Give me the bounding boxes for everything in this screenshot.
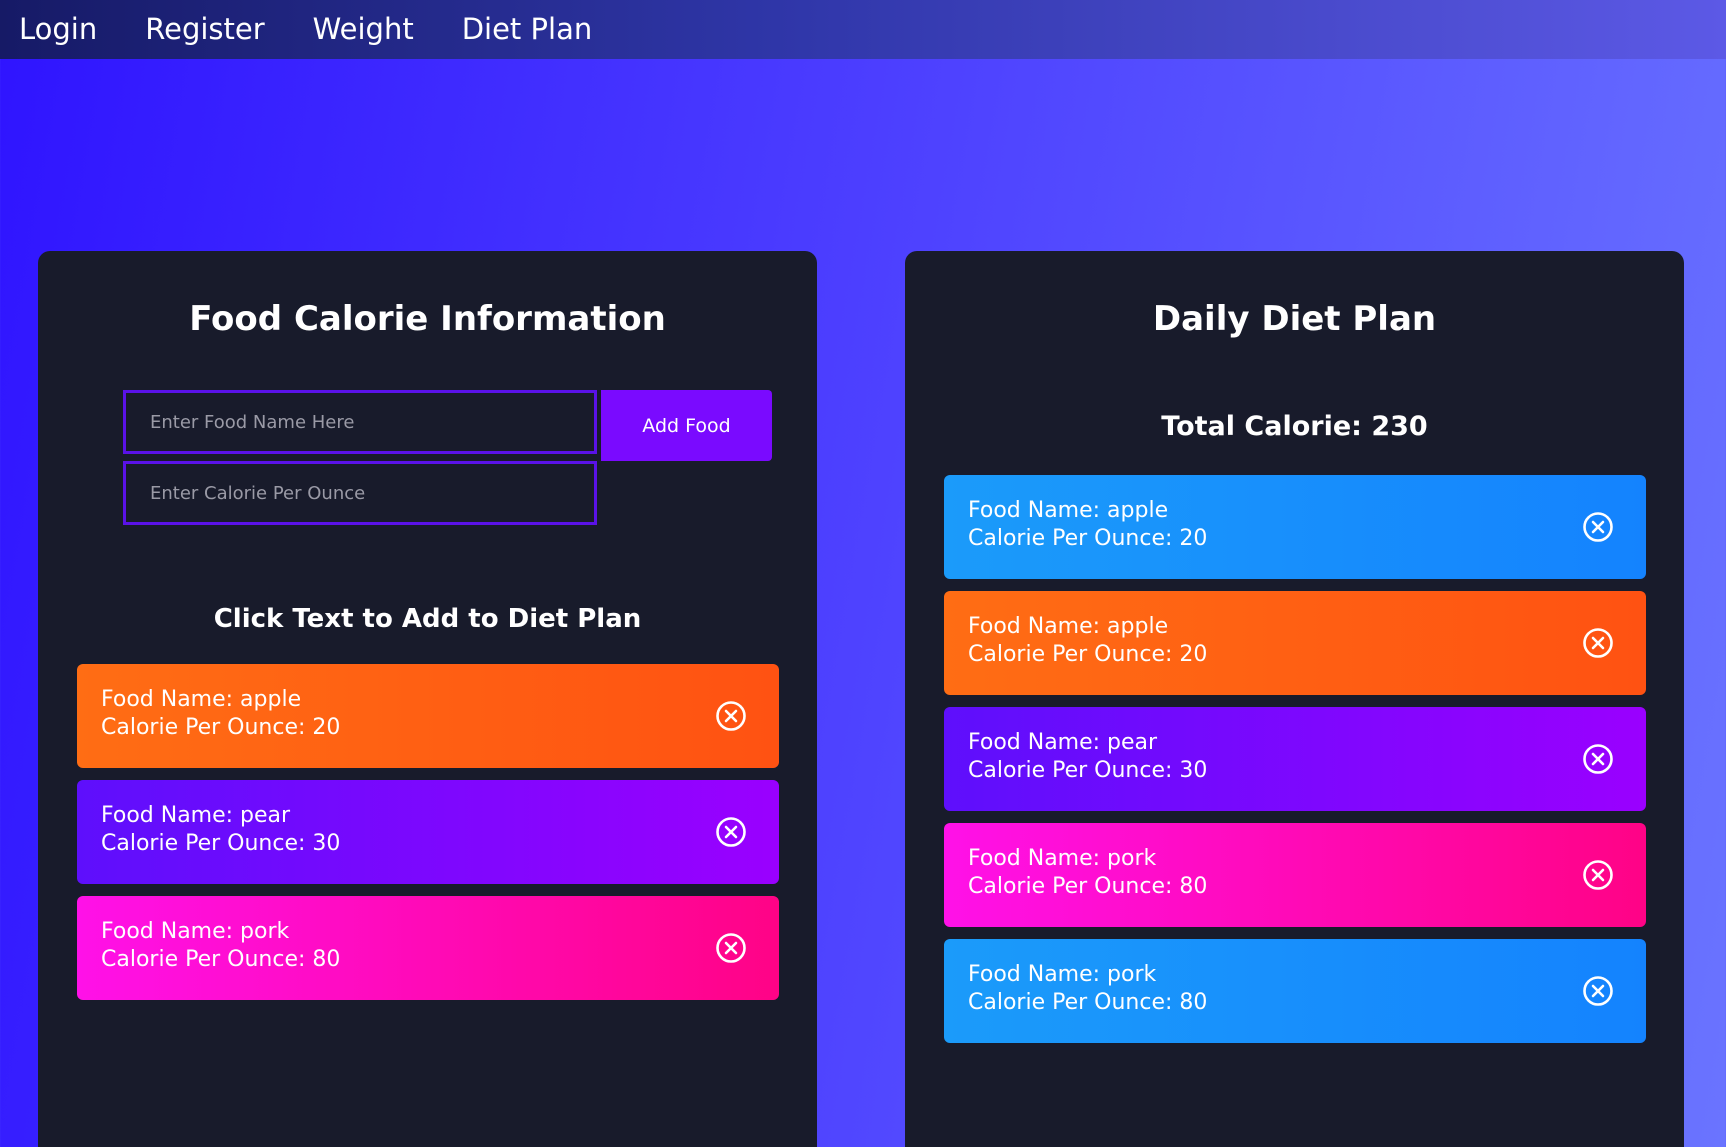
food-name-text[interactable]: Food Name: apple bbox=[101, 686, 755, 714]
nav-register-link[interactable]: Register bbox=[121, 0, 288, 59]
diet-plan-title: Daily Diet Plan bbox=[1152, 299, 1437, 339]
diet-plan-list: Food Name: apple Calorie Per Ounce: 20 F… bbox=[944, 475, 1646, 1055]
total-calorie-text: Total Calorie: 230 bbox=[1161, 411, 1428, 442]
diet-plan-card[interactable]: Food Name: apple Calorie Per Ounce: 20 bbox=[944, 591, 1646, 695]
diet-plan-card[interactable]: Food Name: apple Calorie Per Ounce: 20 bbox=[944, 475, 1646, 579]
food-calorie-text[interactable]: Calorie Per Ounce: 80 bbox=[101, 946, 755, 974]
calorie-per-ounce-input[interactable] bbox=[123, 461, 597, 525]
diet-plan-card[interactable]: Food Name: pork Calorie Per Ounce: 80 bbox=[944, 939, 1646, 1043]
daily-diet-plan-panel: Daily Diet Plan Total Calorie: 230 Food … bbox=[905, 251, 1684, 1147]
diet-plan-card[interactable]: Food Name: pear Calorie Per Ounce: 30 bbox=[944, 707, 1646, 811]
food-name-text[interactable]: Food Name: pork bbox=[101, 918, 755, 946]
nav-login-link[interactable]: Login bbox=[0, 0, 121, 59]
click-to-add-heading: Click Text to Add to Diet Plan bbox=[213, 604, 642, 634]
food-name-text[interactable]: Food Name: pear bbox=[101, 802, 755, 830]
food-calorie-title: Food Calorie Information bbox=[189, 299, 666, 339]
food-name-text: Food Name: apple bbox=[968, 614, 1169, 639]
nav-diet-plan-link[interactable]: Diet Plan bbox=[438, 0, 617, 59]
food-name-input[interactable] bbox=[123, 390, 597, 454]
close-circle-icon[interactable] bbox=[715, 932, 747, 964]
diet-plan-card[interactable]: Food Name: pork Calorie Per Ounce: 80 bbox=[944, 823, 1646, 927]
food-card[interactable]: Food Name: apple Calorie Per Ounce: 20 bbox=[77, 664, 779, 768]
food-name-text: Food Name: pear bbox=[968, 730, 1158, 755]
close-circle-icon[interactable] bbox=[1582, 975, 1614, 1007]
close-circle-icon[interactable] bbox=[715, 816, 747, 848]
food-card[interactable]: Food Name: pork Calorie Per Ounce: 80 bbox=[77, 896, 779, 1000]
food-calorie-text[interactable]: Calorie Per Ounce: 20 bbox=[101, 714, 755, 742]
nav-weight-link[interactable]: Weight bbox=[289, 0, 438, 59]
food-name-text: Food Name: pork bbox=[968, 962, 1157, 987]
close-circle-icon[interactable] bbox=[1582, 859, 1614, 891]
food-calorie-text[interactable]: Calorie Per Ounce: 30 bbox=[101, 830, 755, 858]
food-name-text: Food Name: apple bbox=[968, 498, 1169, 523]
add-food-button[interactable]: Add Food bbox=[601, 390, 772, 461]
close-circle-icon[interactable] bbox=[1582, 743, 1614, 775]
top-nav: Login Register Weight Diet Plan bbox=[0, 0, 1726, 59]
food-name-text: Food Name: pork bbox=[968, 846, 1157, 871]
food-calorie-text: Calorie Per Ounce: 20 bbox=[968, 526, 1208, 551]
food-calorie-text: Calorie Per Ounce: 20 bbox=[968, 642, 1208, 667]
food-calorie-text: Calorie Per Ounce: 30 bbox=[968, 758, 1208, 783]
food-list: Food Name: apple Calorie Per Ounce: 20 F… bbox=[77, 664, 779, 1012]
close-circle-icon[interactable] bbox=[715, 700, 747, 732]
food-calorie-text: Calorie Per Ounce: 80 bbox=[968, 874, 1208, 899]
food-calorie-text: Calorie Per Ounce: 80 bbox=[968, 990, 1208, 1015]
close-circle-icon[interactable] bbox=[1582, 627, 1614, 659]
food-calorie-panel: Food Calorie Information Add Food Click … bbox=[38, 251, 817, 1147]
close-circle-icon[interactable] bbox=[1582, 511, 1614, 543]
food-card[interactable]: Food Name: pear Calorie Per Ounce: 30 bbox=[77, 780, 779, 884]
